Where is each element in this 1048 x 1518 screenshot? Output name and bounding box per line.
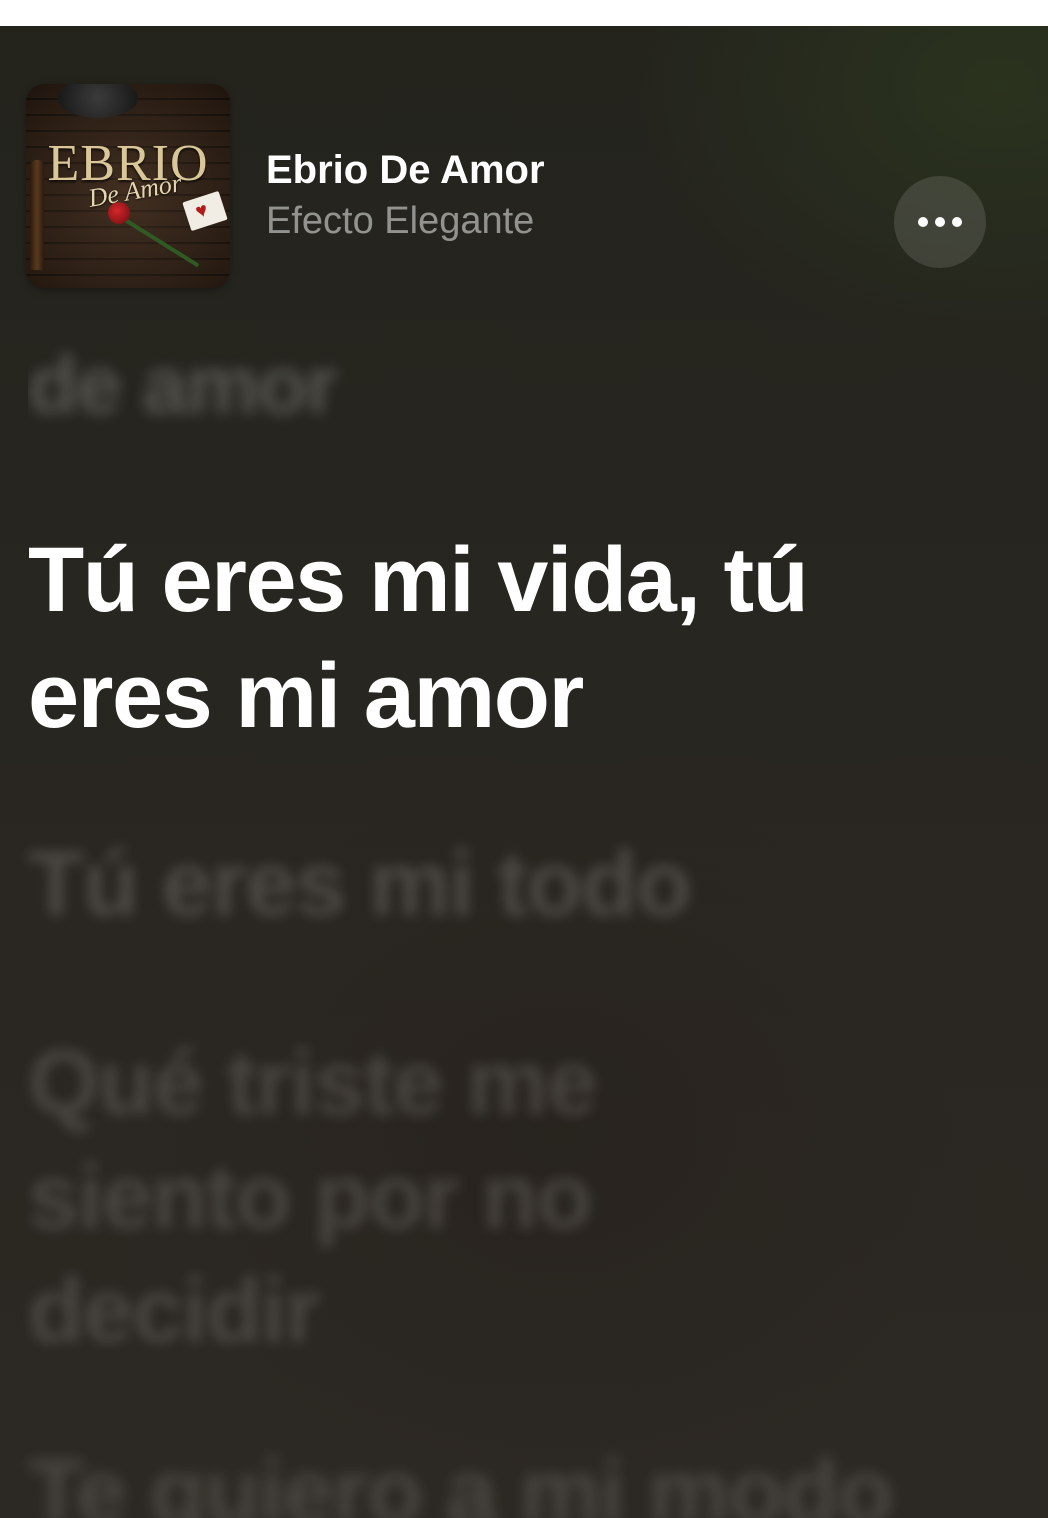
album-artwork[interactable]: EBRIO De Amor — [26, 84, 230, 288]
ellipsis-dot — [952, 217, 962, 227]
lyrics-screen: EBRIO De Amor Ebrio De Amor Efecto Elega… — [0, 26, 1048, 1518]
ellipsis-icon — [918, 217, 962, 227]
lyric-line-next[interactable]: Te quiero a mi modo — [28, 1434, 988, 1518]
lyric-line-previous[interactable]: de amor — [28, 336, 988, 436]
lyric-line-active[interactable]: Tú eres mi vida, tú eres mi amor — [28, 522, 928, 754]
lyric-line-next[interactable]: Qué triste me siento por no decidir — [28, 1026, 788, 1368]
lyric-line-next[interactable]: Tú eres mi todo — [28, 826, 988, 942]
track-title[interactable]: Ebrio De Amor — [266, 148, 545, 193]
now-playing-header: EBRIO De Amor Ebrio De Amor Efecto Elega… — [26, 84, 1022, 288]
artwork-rose-icon — [108, 202, 130, 224]
more-options-button[interactable] — [894, 176, 986, 268]
track-artist[interactable]: Efecto Elegante — [266, 200, 534, 243]
ellipsis-dot — [935, 217, 945, 227]
ellipsis-dot — [918, 217, 928, 227]
